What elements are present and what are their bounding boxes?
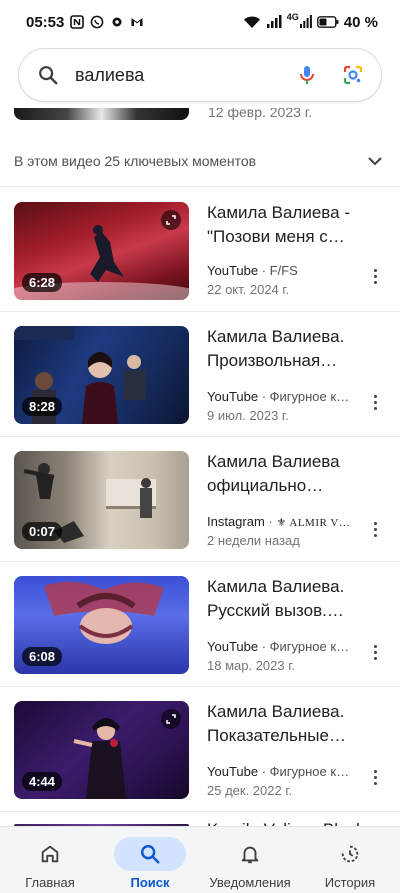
search-bar[interactable]: валиева — [18, 48, 382, 102]
video-title[interactable]: Камила Валиева. Русский вызов.… — [207, 575, 377, 623]
source-name: YouTube — [207, 639, 259, 654]
source-name: YouTube — [207, 764, 259, 779]
expand-icon[interactable] — [161, 210, 181, 230]
video-duration: 8:28 — [22, 397, 63, 416]
video-title[interactable]: Камила Валиева. Показательные… — [207, 700, 377, 748]
status-bar: 05:53 4G 40 % — [0, 0, 400, 44]
video-source: YouTube · Фигурное к… — [207, 639, 350, 654]
video-thumbnail[interactable]: 6:08 — [14, 576, 189, 674]
battery-level: 40 % — [343, 13, 378, 31]
video-date: 22 окт. 2024 г. — [207, 282, 290, 297]
video-title[interactable]: Камила Валиева - "Позови меня с… — [207, 201, 377, 249]
video-result[interactable]: 0:07 Камила Валиева официально… Instagra… — [0, 437, 400, 561]
video-thumbnail[interactable]: 6:28 — [14, 202, 189, 300]
video-duration: 4:44 — [22, 772, 63, 791]
result-date: 12 февр. 2023 г. — [208, 108, 313, 120]
nav-history-label: История — [324, 875, 376, 890]
search-icon[interactable] — [37, 64, 59, 86]
nfc-icon — [70, 15, 85, 29]
title-line-1: Камила Валиева. — [207, 577, 345, 596]
settings-icon — [110, 15, 124, 29]
video-thumbnail[interactable]: 4:44 — [14, 701, 189, 799]
previous-result[interactable]: 12 февр. 2023 г. — [14, 108, 394, 120]
video-date: 2 недели назад — [207, 533, 300, 548]
video-thumbnail[interactable]: 8:28 — [14, 326, 189, 424]
channel-name: F/FS — [269, 263, 298, 278]
video-source: YouTube · Фигурное к… — [207, 764, 350, 779]
video-result[interactable]: 6:08 Камила Валиева. Русский вызов.… You… — [0, 562, 400, 686]
gmail-icon — [130, 15, 144, 29]
battery-icon — [316, 15, 339, 29]
nav-notifications[interactable]: Уведомления — [200, 827, 300, 893]
bell-icon[interactable] — [214, 837, 286, 871]
title-line-1: Камила Валиева - — [207, 203, 350, 222]
video-title[interactable]: Камила Валиева. Произвольная… — [207, 325, 377, 373]
title-line-1: Камила Валиева — [207, 452, 340, 471]
channel-name: ⚜ ALMIR V… — [276, 517, 351, 529]
video-source: YouTube · Фигурное к… — [207, 389, 350, 404]
search-input[interactable]: валиева — [75, 65, 295, 86]
title-line-2: Произвольная… — [207, 351, 338, 370]
nav-home[interactable]: Главная — [0, 827, 100, 893]
more-options-icon[interactable] — [368, 642, 382, 662]
video-thumbnail[interactable]: 0:07 — [14, 451, 189, 549]
video-result[interactable]: 8:28 Камила Валиева. Произвольная… YouTu… — [0, 312, 400, 436]
nav-history[interactable]: История — [300, 827, 400, 893]
channel-name: Фигурное к… — [269, 389, 350, 404]
more-options-icon[interactable] — [368, 392, 382, 412]
video-result[interactable]: 6:28 Камила Валиева - "Позови меня с… Yo… — [0, 187, 400, 311]
source-name: YouTube — [207, 389, 259, 404]
title-line-2: Показательные… — [207, 726, 346, 745]
video-source: YouTube · F/FS — [207, 263, 298, 278]
channel-name: Фигурное к… — [269, 764, 350, 779]
nav-search-label: Поиск — [130, 875, 170, 890]
video-date: 25 дек. 2022 г. — [207, 783, 293, 798]
network-type: 4G — [286, 12, 299, 22]
more-options-icon[interactable] — [368, 767, 382, 787]
nav-home-label: Главная — [25, 875, 75, 890]
channel-name: Фигурное к… — [269, 639, 350, 654]
home-icon[interactable] — [14, 837, 86, 871]
video-thumbnail[interactable] — [14, 108, 189, 120]
google-lens-icon[interactable] — [341, 63, 365, 87]
results-list: 12 февр. 2023 г. В этом видео 25 ключевы… — [0, 108, 400, 826]
clock: 05:53 — [26, 13, 65, 31]
divider — [0, 811, 400, 812]
video-duration: 6:08 — [22, 647, 63, 666]
source-name: Instagram — [207, 514, 265, 529]
nav-notifications-label: Уведомления — [209, 875, 291, 890]
title-line-1: Камила Валиева. — [207, 702, 345, 721]
title-line-2: "Позови меня с… — [207, 227, 345, 246]
title-line-2: Русский вызов.… — [207, 601, 344, 620]
search-icon[interactable] — [114, 837, 186, 871]
title-line-2: официально… — [207, 476, 324, 495]
history-icon[interactable] — [314, 837, 386, 871]
bottom-navigation: Главная Поиск Уведомления История — [0, 826, 400, 893]
video-date: 18 мар. 2023 г. — [207, 658, 295, 673]
video-title[interactable]: Камила Валиева официально… — [207, 450, 377, 498]
key-moments-toggle[interactable]: В этом видео 25 ключевых моментов — [0, 136, 400, 186]
video-source: Instagram · ⚜ ALMIR V… — [207, 514, 351, 529]
video-duration: 6:28 — [22, 273, 63, 292]
signal-icon — [266, 15, 282, 29]
more-options-icon[interactable] — [368, 266, 382, 286]
source-name: YouTube — [207, 263, 259, 278]
whatsapp-icon — [90, 15, 104, 29]
signal-icon-2 — [299, 15, 312, 29]
more-options-icon[interactable] — [368, 519, 382, 539]
expand-icon[interactable] — [161, 709, 181, 729]
microphone-icon[interactable] — [295, 63, 319, 87]
key-moments-label: В этом видео 25 ключевых моментов — [14, 153, 257, 169]
video-date: 9 июл. 2023 г. — [207, 408, 289, 423]
video-duration: 0:07 — [22, 522, 63, 541]
video-result[interactable]: 4:44 Камила Валиева. Показательные… YouT… — [0, 687, 400, 811]
chevron-down-icon[interactable] — [366, 152, 384, 170]
title-line-1: Камила Валиева. — [207, 327, 345, 346]
wifi-icon — [243, 15, 261, 29]
nav-search[interactable]: Поиск — [100, 827, 200, 893]
